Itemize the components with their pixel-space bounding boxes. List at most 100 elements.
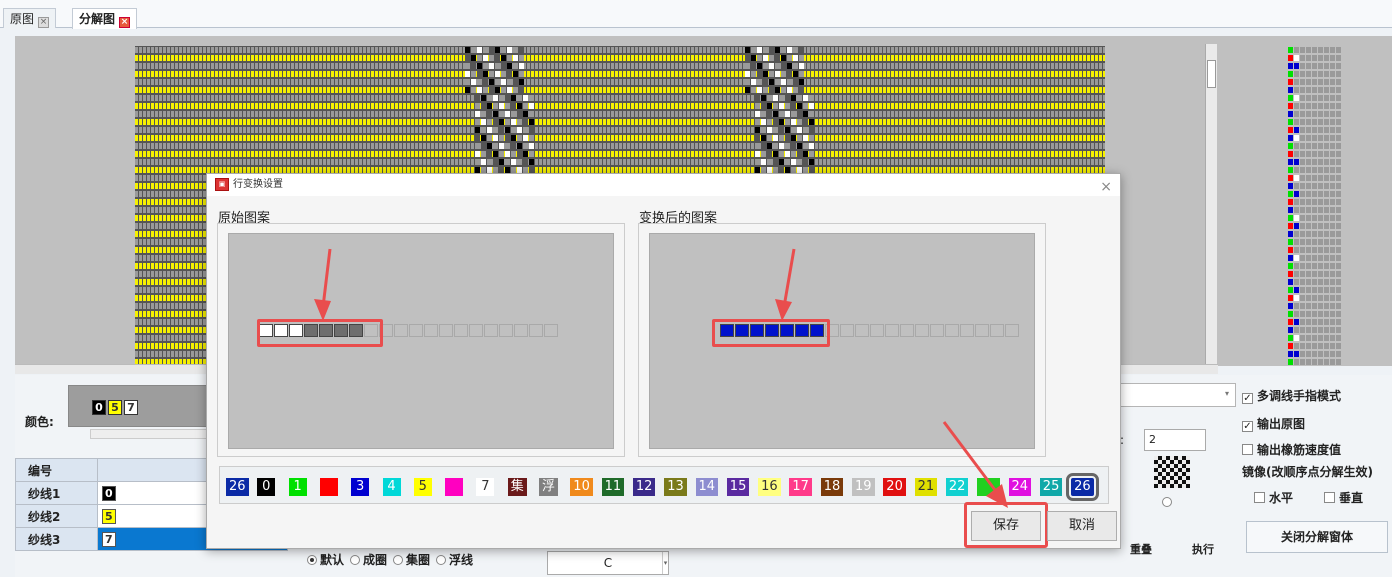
palette-color-27[interactable]: 26 — [1066, 473, 1099, 501]
stitch-combo[interactable]: C ▾ — [547, 551, 669, 575]
vertical-label: 垂直 — [1339, 491, 1364, 505]
palette-color-4[interactable]: 3 — [351, 478, 370, 496]
mirror-label: 镜像(改顺序点分解生效) — [1242, 465, 1373, 479]
vertical-scrollbar[interactable] — [1205, 44, 1217, 366]
tab-decomposition[interactable]: 分解图 × — [72, 8, 138, 29]
spin-input[interactable]: 2 — [1144, 429, 1206, 451]
pattern-cell[interactable] — [514, 324, 528, 337]
pattern-cell[interactable] — [960, 324, 974, 337]
check-icon: ✓ — [1242, 421, 1253, 432]
pattern-cell[interactable] — [1005, 324, 1019, 337]
pattern-cell[interactable] — [915, 324, 929, 337]
yarn-color-value: 0 — [102, 485, 116, 501]
pattern-cell[interactable] — [469, 324, 483, 337]
pattern-cell[interactable] — [840, 324, 854, 337]
mirror-horizontal-checkbox[interactable]: 水平 — [1254, 489, 1293, 506]
pattern-cell[interactable] — [409, 324, 423, 337]
overlap-label: 重叠 — [1130, 543, 1152, 556]
app-icon: ▣ — [215, 178, 229, 191]
spin-value: 2 — [1149, 433, 1156, 446]
yarn-name: 纱线2 — [15, 504, 98, 528]
palette-color-18[interactable]: 17 — [789, 478, 812, 496]
close-icon[interactable]: × — [1100, 176, 1112, 198]
preview-swatch — [1154, 456, 1190, 488]
palette-color-26[interactable]: 25 — [1039, 478, 1063, 496]
palette-color-19[interactable]: 18 — [820, 478, 844, 496]
palette-color-9[interactable]: 集 — [507, 478, 527, 496]
pattern-cell[interactable] — [439, 324, 453, 337]
color-swatch-box: 057 — [68, 385, 218, 427]
palette-color-14[interactable]: 13 — [664, 478, 687, 496]
original-pattern-canvas[interactable] — [228, 233, 614, 449]
palette-color-7[interactable]: 6 — [445, 478, 464, 496]
palette-color-16[interactable]: 15 — [726, 478, 750, 496]
close-icon[interactable]: × — [119, 17, 131, 28]
pattern-cell[interactable] — [454, 324, 468, 337]
transformed-highlight-box — [712, 319, 830, 347]
palette-color-21[interactable]: 20 — [883, 478, 906, 496]
pattern-cell[interactable] — [394, 324, 408, 337]
pattern-cell[interactable] — [990, 324, 1004, 337]
palette-color-6[interactable]: 5 — [413, 478, 432, 496]
color-chip[interactable]: 7 — [124, 400, 138, 415]
pattern-cell[interactable] — [544, 324, 558, 337]
palette-color-22[interactable]: 21 — [914, 478, 938, 496]
pattern-cell[interactable] — [900, 324, 914, 337]
stitch-radio[interactable] — [393, 555, 404, 565]
pattern-cell[interactable] — [529, 324, 543, 337]
pattern-cell[interactable] — [870, 324, 884, 337]
output-speed-checkbox[interactable]: 输出橡筋速度值 — [1242, 441, 1341, 458]
color-chip[interactable]: 0 — [92, 400, 106, 415]
palette-color-10[interactable]: 浮 — [539, 478, 559, 496]
pattern-cell[interactable] — [499, 324, 513, 337]
row-transform-dialog: ▣ 行变换设置 × 原始图案 变换后的图案 26 0 1 2 3 4 5 6 7 集浮 10 11 12… — [206, 173, 1121, 549]
palette-color-8[interactable]: 7 — [476, 478, 495, 496]
yarn-strip-grid — [1288, 47, 1341, 365]
stitch-radio-label: 浮线 — [449, 553, 474, 567]
scroll-thumb[interactable] — [1207, 60, 1216, 88]
multi-finger-checkbox[interactable]: ✓ 多调线手指模式 — [1242, 387, 1341, 404]
cancel-button[interactable]: 取消 — [1047, 511, 1117, 541]
header-number: 编号 — [15, 458, 98, 482]
palette-color-20[interactable]: 19 — [852, 478, 875, 496]
palette-color-1[interactable]: 0 — [257, 478, 276, 496]
unchecked-box-icon — [1242, 444, 1253, 455]
mirror-vertical-checkbox[interactable]: 垂直 — [1324, 489, 1363, 506]
pattern-cell[interactable] — [484, 324, 498, 337]
pattern-cell[interactable] — [885, 324, 899, 337]
pattern-cell[interactable] — [975, 324, 989, 337]
tab-original-label: 原图 — [10, 12, 35, 26]
transformed-pattern-canvas[interactable] — [649, 233, 1035, 449]
multi-finger-label: 多调线手指模式 — [1257, 389, 1342, 403]
dialog-title: 行变换设置 — [233, 179, 283, 190]
pattern-cell[interactable] — [930, 324, 944, 337]
pattern-cell[interactable] — [424, 324, 438, 337]
save-button[interactable]: 保存 — [971, 511, 1041, 541]
palette-color-11[interactable]: 10 — [570, 478, 593, 496]
palette-color-12[interactable]: 11 — [601, 478, 625, 496]
color-scrollbar[interactable] — [90, 429, 220, 439]
yarn-color-value: 7 — [102, 531, 116, 547]
palette-color-2[interactable]: 1 — [288, 478, 307, 496]
output-original-checkbox[interactable]: ✓ 输出原图 — [1242, 415, 1305, 432]
palette-color-13[interactable]: 12 — [632, 478, 656, 496]
stitch-radio[interactable] — [350, 555, 361, 565]
original-pattern-group — [217, 223, 625, 457]
palette-color-3[interactable]: 2 — [319, 478, 338, 496]
palette-color-17[interactable]: 16 — [758, 478, 781, 496]
palette-color-5[interactable]: 4 — [382, 478, 401, 496]
close-decomposition-button[interactable]: 关闭分解窗体 — [1246, 521, 1388, 553]
stitch-radio[interactable] — [436, 555, 447, 565]
pattern-cell[interactable] — [855, 324, 869, 337]
palette-color-15[interactable]: 14 — [695, 478, 719, 496]
yarn-name: 纱线3 — [15, 527, 98, 551]
palette-color-0[interactable]: 26 — [226, 478, 249, 496]
tab-original[interactable]: 原图 × — [3, 8, 57, 28]
stitch-type-radios: 默认 成圈 集圈 浮线 — [301, 551, 473, 568]
execute-button[interactable]: 执行 — [1192, 541, 1214, 557]
stitch-radio[interactable] — [307, 555, 317, 565]
pattern-cell[interactable] — [945, 324, 959, 337]
color-chip[interactable]: 5 — [108, 400, 122, 415]
close-icon[interactable]: × — [38, 17, 50, 28]
preview-radio[interactable] — [1162, 497, 1172, 507]
